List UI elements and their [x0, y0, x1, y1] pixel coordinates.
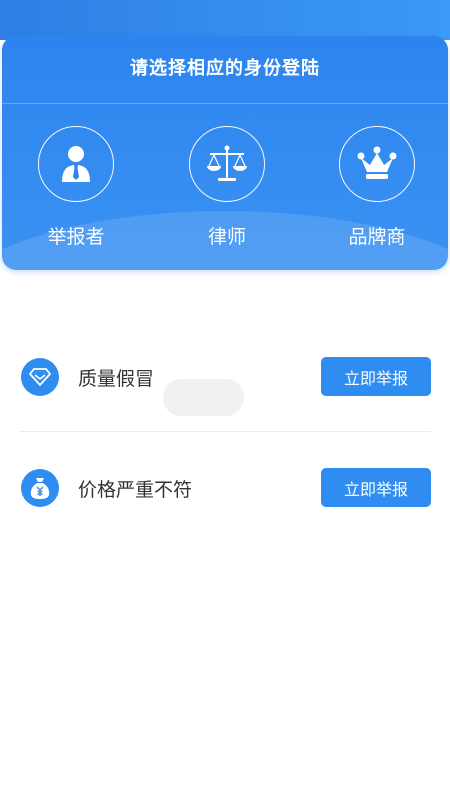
card-divider	[2, 103, 448, 104]
report-list: 质量假冒 立即举报 价格严重不符 立即举报	[20, 338, 431, 527]
top-background	[0, 0, 450, 40]
list-item: 价格严重不符 立即举报	[20, 449, 431, 527]
money-bag-icon	[21, 469, 59, 507]
role-reporter-label: 举报者	[47, 226, 105, 248]
role-reporter[interactable]: 举报者	[16, 126, 136, 249]
reporter-person-icon	[62, 146, 90, 182]
crown-icon	[357, 146, 397, 179]
report-now-button[interactable]: 立即举报	[321, 357, 431, 396]
role-brand[interactable]: 品牌商	[317, 126, 437, 249]
report-type-label: 价格严重不符	[78, 479, 193, 501]
diamond-icon	[21, 358, 59, 396]
role-lawyer-circle[interactable]	[189, 126, 265, 202]
role-lawyer-label: 律师	[207, 226, 246, 248]
toast-overlay	[163, 379, 244, 416]
page-title: 请选择相应的身份登陆	[130, 58, 320, 79]
role-reporter-circle[interactable]	[38, 126, 114, 202]
scales-icon	[207, 145, 247, 181]
role-brand-circle[interactable]	[339, 126, 415, 202]
report-now-button[interactable]: 立即举报	[321, 468, 431, 507]
role-brand-label: 品牌商	[348, 226, 406, 248]
report-type-label: 质量假冒	[78, 368, 155, 390]
list-divider	[20, 431, 431, 432]
page: 请选择相应的身份登陆 举报者 律师 品牌商 质量假冒 立即举报 价格严重不符 立…	[0, 0, 450, 800]
role-select-card: 请选择相应的身份登陆 举报者 律师 品牌商	[2, 36, 448, 270]
role-lawyer[interactable]: 律师	[167, 126, 287, 249]
